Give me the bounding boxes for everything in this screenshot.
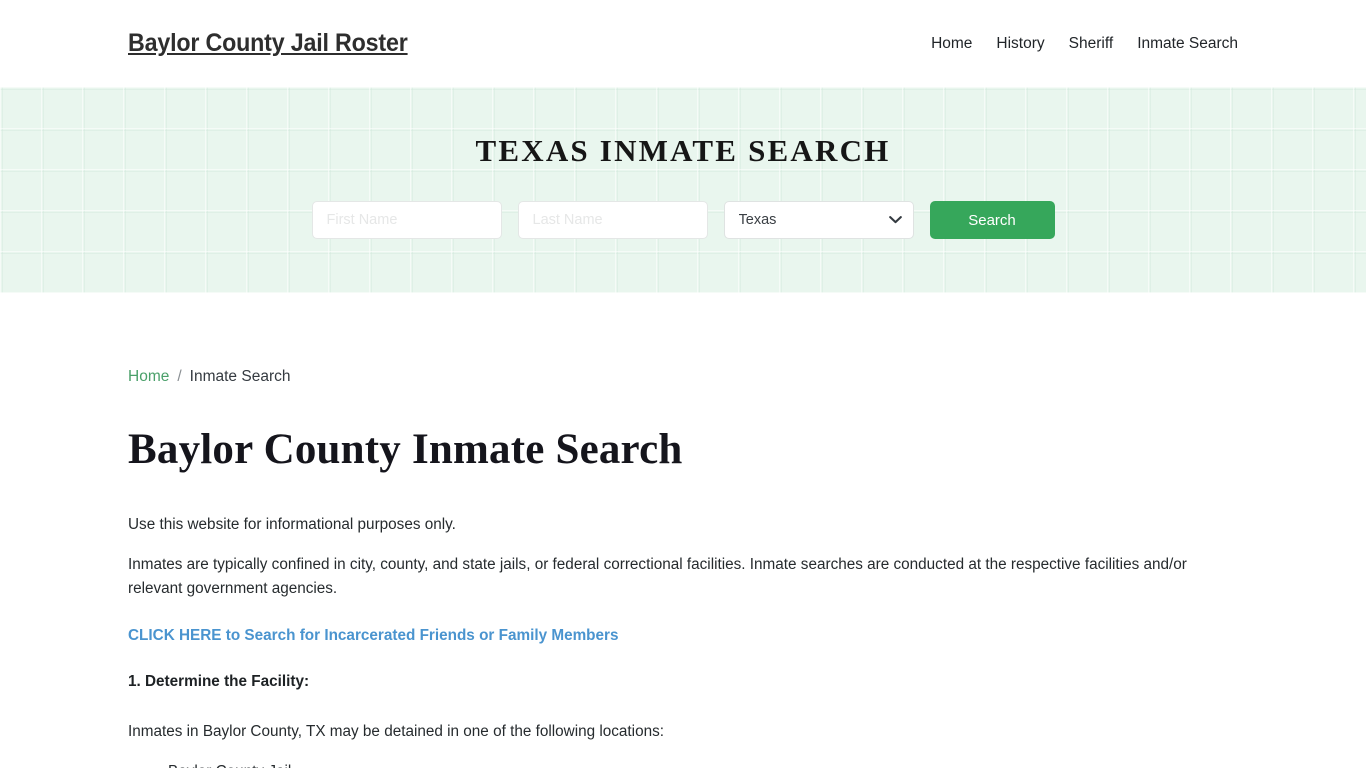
nav-item-history[interactable]: History: [996, 35, 1044, 53]
locations-intro-paragraph: Inmates in Baylor County, TX may be deta…: [128, 723, 664, 740]
hero-title: TEXAS INMATE SEARCH: [475, 133, 891, 168]
state-select[interactable]: Texas: [723, 201, 914, 239]
breadcrumb-home[interactable]: Home: [128, 368, 169, 386]
first-name-input[interactable]: [311, 201, 502, 239]
main-content: Home / Inmate Search Baylor County Inmat…: [0, 293, 1366, 768]
description-paragraph: Inmates are typically confined in city, …: [128, 556, 1187, 597]
inmate-search-form: Texas Search: [311, 201, 1055, 239]
breadcrumb-separator: /: [177, 368, 182, 385]
main-navigation: Home History Sheriff Inmate Search: [931, 35, 1238, 53]
list-item: Baylor County Jail.: [168, 760, 1238, 768]
page-title: Baylor County Inmate Search: [128, 426, 683, 473]
step-heading-determine-facility: 1. Determine the Facility:: [128, 673, 310, 690]
search-button[interactable]: Search: [929, 201, 1055, 239]
facility-locations-list: Baylor County Jail. McLennan County Jail…: [128, 760, 1238, 768]
last-name-input[interactable]: [517, 201, 708, 239]
breadcrumb-current: Inmate Search: [189, 368, 291, 385]
nav-item-inmate-search[interactable]: Inmate Search: [1137, 35, 1238, 53]
intro-paragraph: Use this website for informational purpo…: [128, 516, 456, 533]
site-title[interactable]: Baylor County Jail Roster: [128, 29, 408, 58]
nav-item-sheriff[interactable]: Sheriff: [1069, 35, 1114, 53]
cta-search-link[interactable]: CLICK HERE to Search for Incarcerated Fr…: [128, 627, 1238, 645]
hero-search-section: TEXAS INMATE SEARCH Texas Search: [0, 87, 1366, 293]
site-header: Baylor County Jail Roster Home History S…: [0, 0, 1366, 87]
state-select-wrapper: Texas: [723, 201, 914, 239]
breadcrumb: Home / Inmate Search: [128, 293, 1238, 386]
nav-item-home[interactable]: Home: [931, 35, 972, 53]
